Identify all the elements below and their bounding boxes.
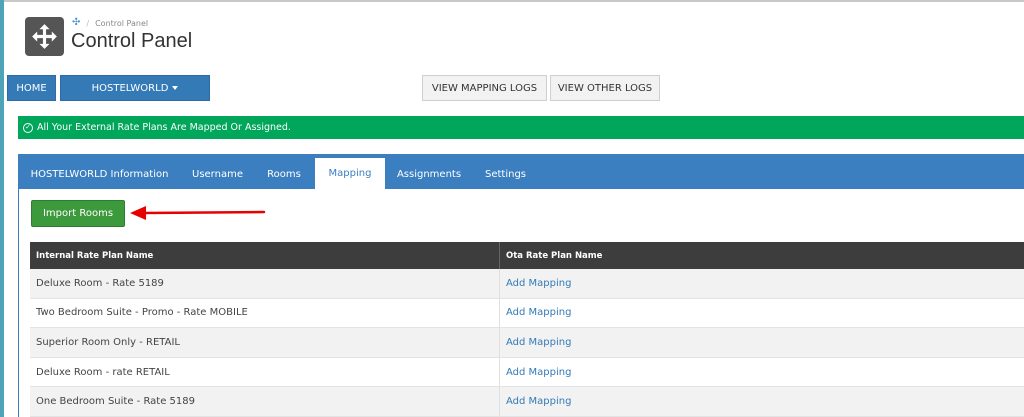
add-mapping-link[interactable]: Add Mapping	[500, 358, 1024, 387]
check-circle-icon: ✓	[23, 122, 33, 133]
mapping-table: Internal Rate Plan Name Ota Rate Plan Na…	[30, 242, 1024, 417]
internal-rate-plan-cell: Two Bedroom Suite - Promo - Rate MOBILE	[30, 298, 500, 328]
add-mapping-link[interactable]: Add Mapping	[500, 328, 1024, 357]
alert-text: All Your External Rate Plans Are Mapped …	[37, 122, 291, 133]
table-row: One Bedroom Suite - Rate 5189 Add Mappin…	[30, 387, 1024, 417]
hostelworld-dropdown-button[interactable]: HOSTELWORLD	[60, 75, 210, 101]
internal-rate-plan-cell: Deluxe Room - Rate 5189	[30, 269, 500, 298]
table-row: Superior Room Only - RETAIL Add Mapping	[30, 328, 1024, 358]
breadcrumb-current: Control Panel	[95, 18, 149, 28]
home-button[interactable]: HOME	[7, 75, 56, 101]
hostelworld-dropdown-label: HOSTELWORLD	[91, 82, 169, 94]
breadcrumb-move-icon[interactable]: ✣	[72, 18, 80, 28]
tab-mapping[interactable]: Mapping	[315, 158, 385, 189]
table-row: Deluxe Room - rate RETAIL Add Mapping	[30, 357, 1024, 388]
tab-rooms[interactable]: Rooms	[255, 159, 313, 189]
annotation-arrow	[130, 206, 266, 220]
success-alert: ✓ All Your External Rate Plans Are Mappe…	[18, 116, 1024, 139]
header-ota-rate-plan: Ota Rate Plan Name	[506, 250, 603, 261]
move-arrows-icon	[32, 24, 57, 49]
tab-assignments[interactable]: Assignments	[385, 159, 473, 189]
add-mapping-link[interactable]: Add Mapping	[500, 387, 1024, 416]
caret-down-icon	[172, 86, 179, 90]
app-icon	[25, 17, 64, 56]
import-rooms-button[interactable]: Import Rooms	[31, 200, 125, 227]
internal-rate-plan-cell: One Bedroom Suite - Rate 5189	[30, 387, 500, 416]
internal-rate-plan-cell: Deluxe Room - rate RETAIL	[30, 357, 500, 387]
top-border	[4, 0, 1024, 2]
table-row: Deluxe Room - Rate 5189 Add Mapping	[30, 269, 1024, 299]
add-mapping-link[interactable]: Add Mapping	[500, 269, 1024, 298]
add-mapping-link[interactable]: Add Mapping	[500, 299, 1024, 328]
breadcrumb-separator: /	[86, 18, 90, 28]
tab-username[interactable]: Username	[180, 159, 255, 189]
page-title: Control Panel	[71, 30, 193, 52]
table-row: Two Bedroom Suite - Promo - Rate MOBILE …	[30, 298, 1024, 329]
tab-settings[interactable]: Settings	[473, 159, 538, 189]
view-mapping-logs-button[interactable]: VIEW MAPPING LOGS	[422, 75, 547, 101]
left-edge-accent	[0, 0, 4, 417]
breadcrumb: ✣ / Control Panel	[72, 17, 148, 29]
tab-hostelworld-information[interactable]: HOSTELWORLD Information	[19, 159, 180, 189]
view-other-logs-button[interactable]: VIEW OTHER LOGS	[550, 75, 660, 101]
table-header: Internal Rate Plan Name Ota Rate Plan Na…	[30, 242, 1024, 269]
tab-bar: HOSTELWORLD Information Username Rooms M…	[19, 154, 1024, 189]
header-internal-rate-plan: Internal Rate Plan Name	[30, 242, 500, 269]
internal-rate-plan-cell: Superior Room Only - RETAIL	[30, 328, 500, 357]
